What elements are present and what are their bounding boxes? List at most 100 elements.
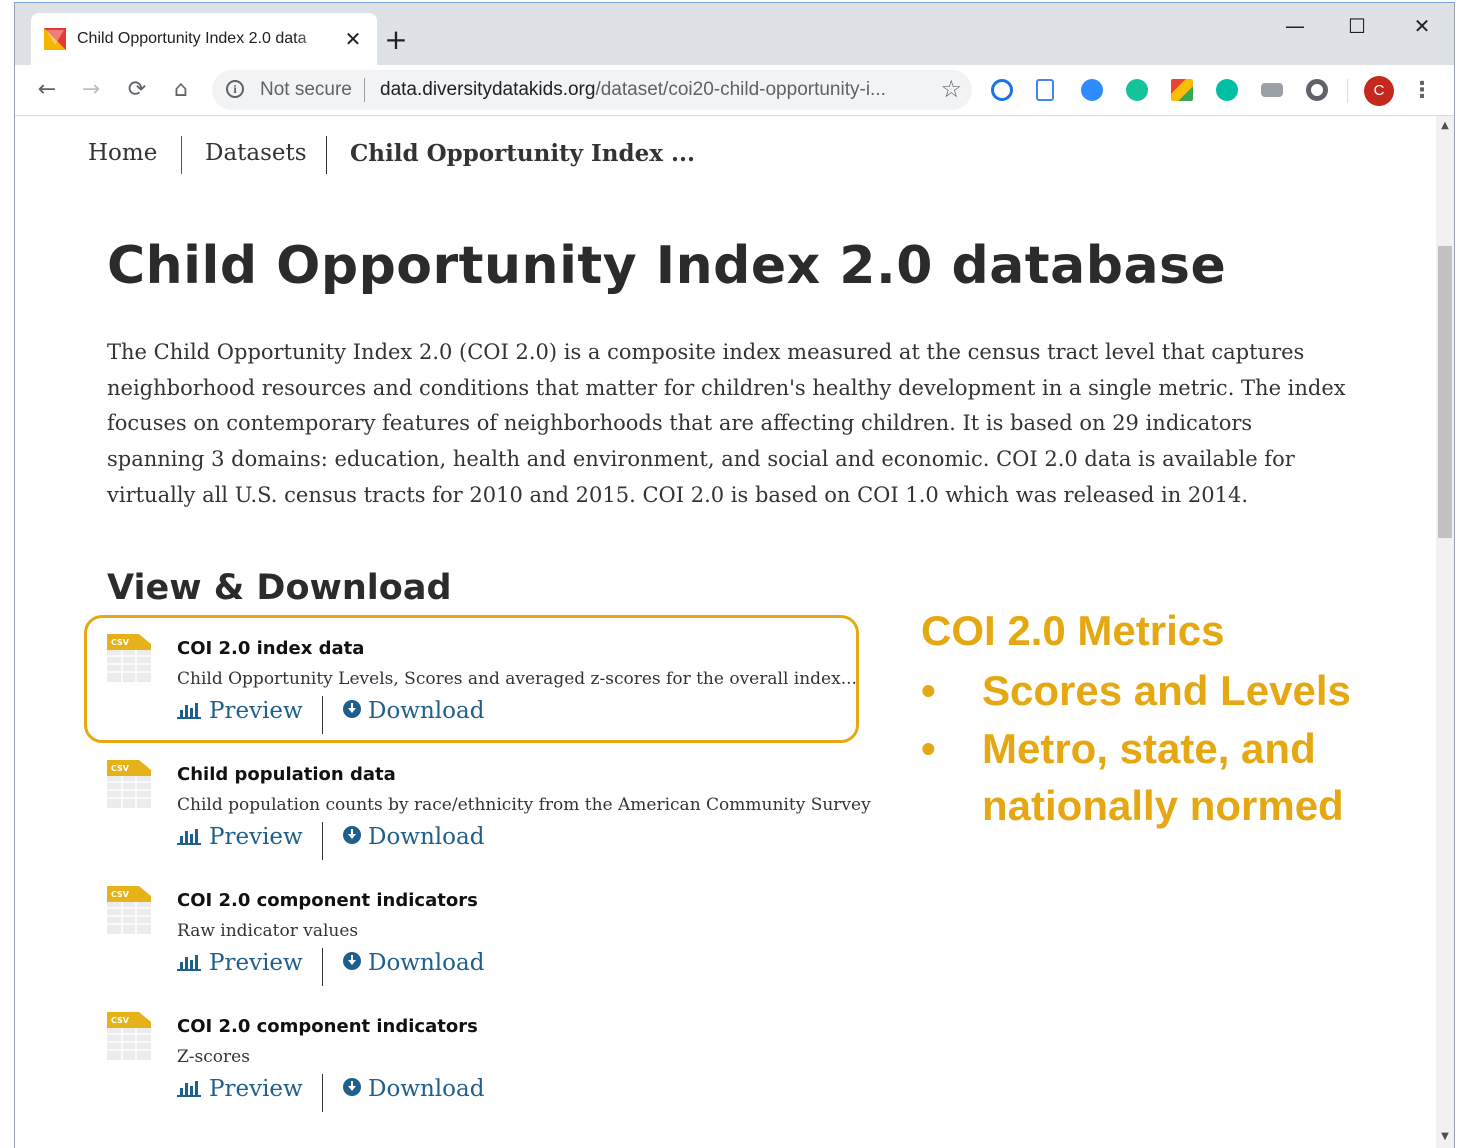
download-button[interactable]: Download: [343, 824, 484, 850]
preview-label: Preview: [209, 1076, 303, 1102]
forward-arrow-icon[interactable]: →: [76, 75, 106, 105]
download-label: Download: [368, 950, 485, 976]
scrollbar-thumb[interactable]: [1438, 246, 1452, 538]
url-host: data.diversitydatakids.org: [380, 79, 596, 100]
bookmark-star-icon[interactable]: ☆: [940, 75, 962, 103]
new-tab-button[interactable]: +: [381, 25, 411, 55]
csv-file-icon: CSV: [107, 886, 151, 934]
preview-button[interactable]: Preview: [177, 1076, 303, 1102]
breadcrumb-divider: [326, 136, 327, 174]
bullet-marker: •: [921, 667, 936, 714]
preview-label: Preview: [209, 698, 303, 724]
download-label: Download: [368, 824, 485, 850]
annotation-title: COI 2.0 Metrics: [921, 607, 1225, 654]
docs-extension-icon[interactable]: [1036, 79, 1054, 101]
bar-chart-icon: [177, 953, 201, 971]
preview-button[interactable]: Preview: [177, 950, 303, 976]
scroll-down-arrow-icon[interactable]: ▼: [1436, 1131, 1454, 1145]
breadcrumb-datasets[interactable]: Datasets: [205, 140, 307, 166]
action-divider: [322, 822, 323, 860]
breadcrumb-divider: [181, 136, 182, 174]
preview-button[interactable]: Preview: [177, 698, 303, 724]
not-secure-label: Not secure: [260, 79, 352, 100]
download-icon: [343, 1078, 361, 1096]
zoom-extension-icon[interactable]: [1081, 79, 1103, 101]
browser-toolbar: ← → ⟳ ⌂ i Not secure data.diversitydatak…: [15, 65, 1454, 116]
toolbar-divider: [1347, 79, 1348, 103]
resource-title[interactable]: Child population data: [177, 764, 396, 785]
section-title: View & Download: [107, 568, 452, 608]
bar-chart-icon: [177, 827, 201, 845]
csv-file-icon: CSV: [107, 1012, 151, 1060]
svg-text:CSV: CSV: [111, 1016, 130, 1025]
download-button[interactable]: Download: [343, 950, 484, 976]
active-tab[interactable]: Child Opportunity Index 2.0 data ✕: [31, 13, 377, 65]
annotation-item-text: Scores and Levels: [982, 667, 1351, 714]
circle-extension-icon[interactable]: [1306, 79, 1328, 101]
url-path: /dataset/coi20-child-opportunity-i...: [595, 79, 886, 100]
preview-button[interactable]: Preview: [177, 824, 303, 850]
bullet-marker: •: [921, 725, 936, 772]
resource-description: Raw indicator values: [177, 921, 359, 941]
download-label: Download: [368, 698, 485, 724]
action-divider: [322, 948, 323, 986]
google-extension-icon[interactable]: [1171, 79, 1193, 101]
preview-label: Preview: [209, 824, 303, 850]
csv-file-icon: CSV: [107, 634, 151, 682]
download-button[interactable]: Download: [343, 1076, 484, 1102]
resource-item: CSV COI 2.0 index data Child Opportunity…: [107, 634, 887, 744]
tab-strip: Child Opportunity Index 2.0 data ✕ + — ☐…: [15, 3, 1454, 65]
m-extension-icon[interactable]: [1216, 79, 1238, 101]
tab-close-icon[interactable]: ✕: [341, 27, 365, 51]
csv-file-icon: CSV: [107, 760, 151, 808]
resource-item: CSV Child population data Child populati…: [107, 760, 887, 870]
page-viewport: Home Datasets Child Opportunity Index ..…: [15, 116, 1436, 1148]
tab-title: Child Opportunity Index 2.0 data: [77, 25, 327, 53]
site-favicon-icon: [44, 28, 66, 50]
grammarly-extension-icon[interactable]: [1126, 79, 1148, 101]
address-bar[interactable]: i Not secure data.diversitydatakids.org/…: [212, 70, 972, 110]
back-arrow-icon[interactable]: ←: [32, 75, 62, 105]
lock-extension-icon[interactable]: [991, 79, 1013, 101]
breadcrumb-home[interactable]: Home: [88, 140, 157, 166]
breadcrumb-current: Child Opportunity Index ...: [350, 140, 695, 167]
browser-window: Child Opportunity Index 2.0 data ✕ + — ☐…: [14, 2, 1455, 1148]
svg-text:CSV: CSV: [111, 638, 130, 647]
annotation-item-text: Metro, state, and: [982, 725, 1316, 772]
action-divider: [322, 696, 323, 734]
download-button[interactable]: Download: [343, 698, 484, 724]
screenshot-extension-icon[interactable]: [1261, 83, 1283, 97]
dataset-description: The Child Opportunity Index 2.0 (COI 2.0…: [107, 340, 1346, 507]
minimize-button[interactable]: —: [1275, 11, 1315, 41]
bar-chart-icon: [177, 1079, 201, 1097]
maximize-button[interactable]: ☐: [1337, 11, 1377, 41]
resource-description: Child Opportunity Levels, Scores and ave…: [177, 669, 857, 689]
info-icon[interactable]: i: [226, 80, 244, 98]
svg-text:CSV: CSV: [111, 890, 130, 899]
home-icon[interactable]: ⌂: [166, 75, 196, 105]
scroll-up-arrow-icon[interactable]: ▲: [1436, 120, 1454, 134]
page-title: Child Opportunity Index 2.0 database: [107, 236, 1227, 296]
profile-avatar[interactable]: C: [1364, 76, 1394, 106]
browser-menu-icon[interactable]: ⋮: [1411, 76, 1433, 106]
preview-label: Preview: [209, 950, 303, 976]
download-icon: [343, 700, 361, 718]
download-icon: [343, 952, 361, 970]
url-text[interactable]: data.diversitydatakids.org/dataset/coi20…: [380, 79, 886, 101]
resource-title[interactable]: COI 2.0 component indicators: [177, 1016, 478, 1037]
resource-item: CSV COI 2.0 component indicators Raw ind…: [107, 886, 887, 996]
annotation-item-text: nationally normed: [982, 782, 1344, 829]
resource-description: Child population counts by race/ethnicit…: [177, 795, 871, 815]
vertical-scrollbar[interactable]: ▲ ▼: [1436, 116, 1454, 1148]
resource-title[interactable]: COI 2.0 component indicators: [177, 890, 478, 911]
resource-title[interactable]: COI 2.0 index data: [177, 638, 364, 659]
svg-text:CSV: CSV: [111, 764, 130, 773]
resource-item: CSV COI 2.0 component indicators Z-score…: [107, 1012, 887, 1122]
resource-description: Z-scores: [177, 1047, 250, 1067]
close-window-button[interactable]: ✕: [1402, 11, 1442, 41]
omnibox-divider: [364, 78, 365, 102]
reload-icon[interactable]: ⟳: [122, 75, 152, 105]
download-label: Download: [368, 1076, 485, 1102]
action-divider: [322, 1074, 323, 1112]
bar-chart-icon: [177, 701, 201, 719]
